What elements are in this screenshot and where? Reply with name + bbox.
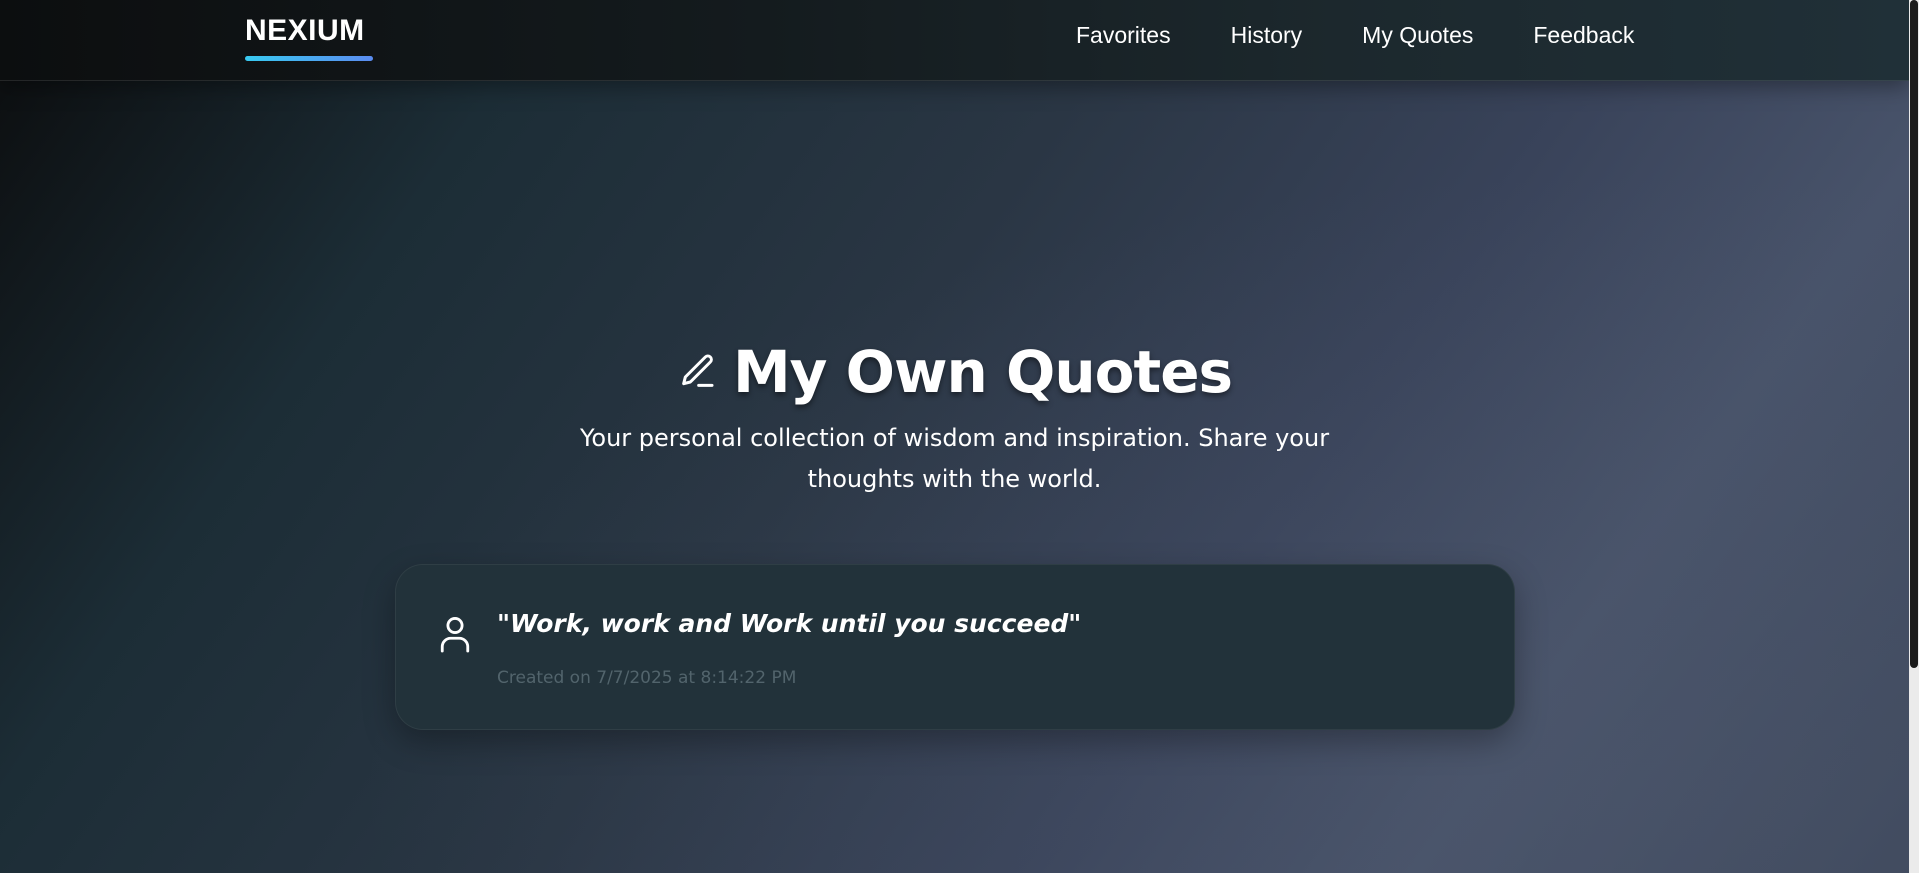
hero-section: My Own Quotes Your personal collection o… xyxy=(0,338,1909,500)
title-row: My Own Quotes xyxy=(0,338,1909,406)
scrollbar-thumb[interactable] xyxy=(1910,0,1918,668)
logo-underline xyxy=(245,56,373,61)
nav-link-feedback[interactable]: Feedback xyxy=(1533,22,1634,49)
quote-card: "Work, work and Work until you succeed" … xyxy=(395,564,1515,730)
nav-link-history[interactable]: History xyxy=(1231,22,1303,49)
quote-created-date: Created on 7/7/2025 at 8:14:22 PM xyxy=(497,668,797,688)
user-icon xyxy=(440,617,470,653)
nav-link-favorites[interactable]: Favorites xyxy=(1076,22,1171,49)
logo[interactable]: NEXIUM xyxy=(245,14,365,48)
page-subtitle: Your personal collection of wisdom and i… xyxy=(579,424,1330,493)
quote-text: "Work, work and Work until you succeed" xyxy=(497,609,1082,638)
navbar: NEXIUM Favorites History My Quotes Feedb… xyxy=(0,0,1909,81)
pencil-icon xyxy=(682,354,714,387)
vertical-scrollbar[interactable] xyxy=(1909,0,1919,873)
nav-links: Favorites History My Quotes Feedback xyxy=(1076,22,1634,49)
page-title: My Own Quotes xyxy=(732,338,1233,406)
nav-link-my-quotes[interactable]: My Quotes xyxy=(1362,22,1473,49)
